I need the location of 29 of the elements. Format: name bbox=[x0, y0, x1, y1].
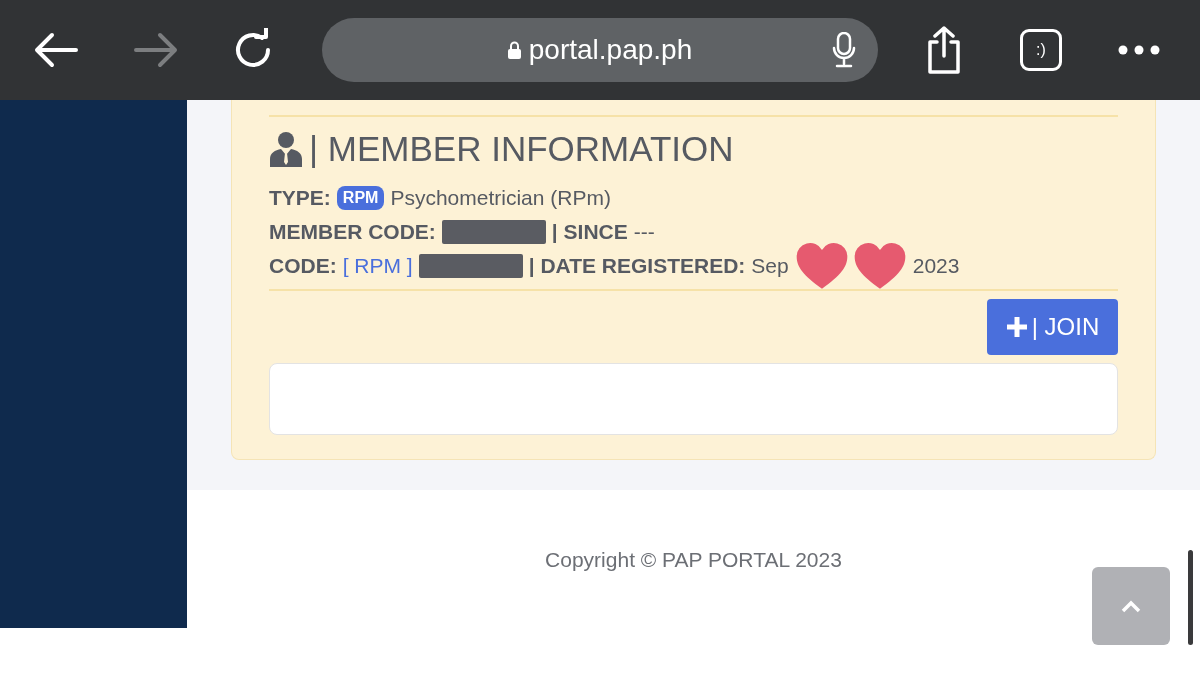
back-button[interactable] bbox=[34, 32, 78, 68]
url-text: portal.pap.ph bbox=[528, 34, 693, 66]
microphone-icon[interactable] bbox=[832, 32, 856, 68]
lock-icon bbox=[507, 41, 521, 59]
date-fragment: 2023 bbox=[912, 254, 960, 278]
chevron-up-icon bbox=[1121, 599, 1141, 613]
code-prefix: [ RPM ] bbox=[342, 254, 413, 278]
plus-icon bbox=[1005, 316, 1028, 338]
since-value: --- bbox=[633, 220, 655, 244]
type-value: Psychometrician (RPm) bbox=[390, 186, 611, 210]
member-code-label: MEMBER CODE: bbox=[269, 220, 436, 244]
heart-sticker bbox=[794, 241, 849, 291]
join-button[interactable]: | JOIN bbox=[987, 299, 1118, 355]
type-label: TYPE: bbox=[269, 186, 331, 210]
forward-arrow-icon bbox=[134, 32, 178, 68]
section-title: | MEMBER INFORMATION bbox=[309, 129, 734, 169]
address-bar[interactable]: portal.pap.ph bbox=[322, 18, 878, 82]
tabs-button[interactable]: :) bbox=[1020, 29, 1062, 71]
date-registered-label: | DATE REGISTERED: bbox=[528, 254, 746, 278]
type-badge: RPM bbox=[336, 186, 385, 210]
back-arrow-icon bbox=[34, 32, 78, 68]
code-label: CODE: bbox=[269, 254, 337, 278]
user-icon bbox=[269, 131, 303, 167]
more-icon bbox=[1118, 45, 1160, 55]
more-button[interactable] bbox=[1118, 45, 1160, 55]
since-label: | SINCE bbox=[551, 220, 628, 244]
date-fragment: Sep bbox=[751, 254, 789, 278]
copyright-text: Copyright © PAP PORTAL 2023 bbox=[545, 548, 842, 573]
heart-sticker bbox=[852, 241, 907, 291]
